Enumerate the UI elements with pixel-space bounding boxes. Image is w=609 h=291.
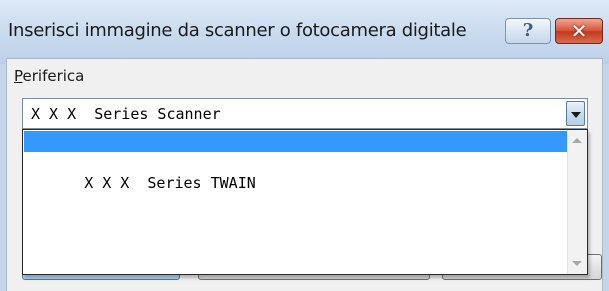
help-button[interactable]: ? (505, 18, 551, 44)
chevron-down-icon[interactable] (566, 101, 585, 126)
list-item[interactable]: X X X Series Scanner (24, 131, 568, 171)
title-bar: Inserisci immagine da scanner o fotocame… (0, 0, 609, 64)
dropdown-scrollbar[interactable] (567, 130, 587, 274)
device-combobox-value: X X X Series Scanner (31, 105, 221, 123)
dialog-window: Inserisci immagine da scanner o fotocame… (0, 0, 609, 291)
help-icon: ? (522, 20, 534, 41)
scroll-up-icon[interactable] (572, 138, 582, 143)
device-label: Periferica (14, 67, 84, 85)
device-label-accesskey: P (14, 67, 23, 85)
window-title: Inserisci immagine da scanner o fotocame… (8, 20, 467, 41)
list-item[interactable]: X X X Series TWAIN (24, 152, 568, 192)
device-combobox[interactable]: X X X Series Scanner (22, 98, 588, 129)
list-item-label: X X X Series TWAIN (84, 174, 256, 192)
close-icon: ✕ (570, 19, 588, 43)
device-label-text: eriferica (22, 67, 85, 85)
device-dropdown-list[interactable]: X X X Series Scanner X X X Series TWAIN (22, 129, 588, 275)
scroll-down-icon[interactable] (572, 261, 582, 266)
close-button[interactable]: ✕ (555, 18, 603, 44)
